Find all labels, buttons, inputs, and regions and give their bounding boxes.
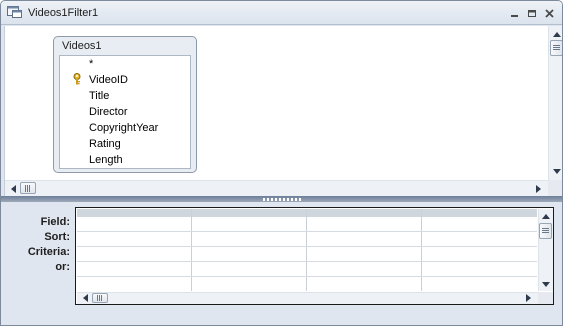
field-item-director[interactable]: Director: [89, 104, 128, 120]
grid-row-divider: [77, 261, 537, 262]
grid-scroll-down-arrow-icon[interactable]: [539, 277, 553, 291]
grid-row-divider: [77, 246, 537, 247]
design-grid[interactable]: [75, 207, 554, 305]
minimize-button[interactable]: [508, 7, 521, 19]
upper-vertical-scroll-thumb[interactable]: [550, 40, 562, 56]
row-label-criteria: Criteria:: [27, 246, 70, 258]
table-pane[interactable]: Videos1 * VideoID Title Director Copyrig…: [4, 26, 562, 196]
query-object-icon: [7, 5, 23, 19]
grid-horizontal-scrollbar[interactable]: [77, 292, 538, 304]
grid-column-selectors[interactable]: [77, 209, 537, 217]
table-field-list-title[interactable]: Videos1: [62, 40, 102, 52]
grid-vertical-scroll-thumb[interactable]: [539, 223, 552, 239]
grid-vertical-scrollbar[interactable]: [538, 209, 553, 291]
title-bar[interactable]: Videos1Filter1: [1, 1, 562, 25]
grid-row-divider: [77, 231, 537, 232]
splitter-grip-icon[interactable]: [263, 198, 301, 201]
grid-column-divider[interactable]: [306, 209, 307, 291]
field-item-copyrightyear[interactable]: CopyrightYear: [89, 120, 158, 136]
upper-horizontal-scrollbar[interactable]: [5, 180, 548, 196]
scroll-left-arrow-icon[interactable]: [6, 182, 21, 196]
query-design-window: Videos1Filter1 Videos1 * VideoID Title D…: [0, 0, 563, 326]
window-title: Videos1Filter1: [28, 7, 99, 19]
field-item-videoid[interactable]: VideoID: [89, 72, 128, 88]
grid-column-divider[interactable]: [421, 209, 422, 291]
restore-button[interactable]: [525, 7, 538, 19]
grid-row-divider: [77, 276, 537, 277]
grid-scroll-left-arrow-icon[interactable]: [78, 292, 93, 304]
row-label-field: Field:: [40, 216, 70, 228]
grid-horizontal-scroll-thumb[interactable]: [92, 293, 108, 303]
scroll-right-arrow-icon[interactable]: [531, 182, 546, 196]
scroll-down-arrow-icon[interactable]: [549, 164, 562, 178]
row-label-sort: Sort:: [44, 231, 70, 243]
grid-scroll-right-arrow-icon[interactable]: [521, 292, 536, 304]
scroll-corner: [548, 180, 562, 196]
primary-key-icon: [72, 73, 82, 85]
scroll-up-arrow-icon[interactable]: [549, 27, 562, 41]
field-item-all[interactable]: *: [89, 56, 93, 72]
close-button[interactable]: [543, 7, 556, 19]
row-label-or: or:: [55, 261, 70, 273]
field-item-rating[interactable]: Rating: [89, 136, 121, 152]
grid-scroll-corner: [538, 292, 553, 304]
table-field-list[interactable]: Videos1 * VideoID Title Director Copyrig…: [53, 36, 197, 173]
field-item-length[interactable]: Length: [89, 152, 123, 168]
grid-scroll-up-arrow-icon[interactable]: [539, 209, 553, 223]
field-list-body: * VideoID Title Director CopyrightYear R…: [59, 55, 191, 169]
upper-horizontal-scroll-thumb[interactable]: [20, 182, 36, 194]
field-item-title[interactable]: Title: [89, 88, 109, 104]
grid-column-divider[interactable]: [191, 209, 192, 291]
upper-vertical-scrollbar[interactable]: [548, 26, 562, 180]
